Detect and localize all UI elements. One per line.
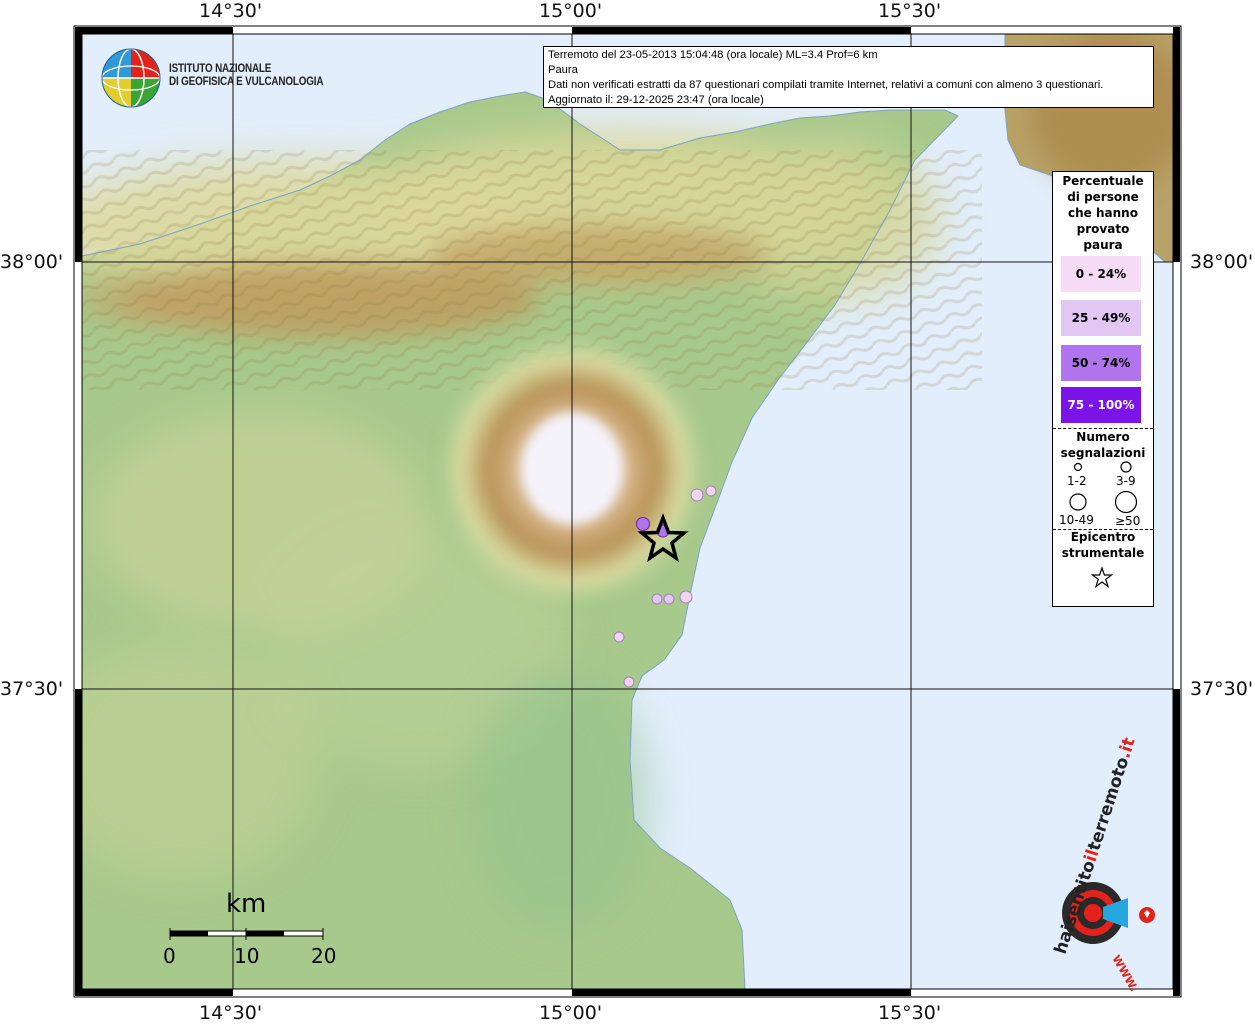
count-symbols (1069, 461, 1138, 514)
legend-title: Percentuale di persone che hanno provato… (1062, 174, 1144, 252)
scale-tick-label: 20 (311, 944, 337, 968)
lon-label-top: 15°00' (539, 0, 603, 22)
legend-class-1: 25 - 49% (1061, 300, 1141, 336)
count-class-label: 3-9 (1116, 474, 1136, 488)
legend: Percentuale di persone che hanno provato… (1052, 171, 1154, 607)
count-class-label: 10-49 (1059, 513, 1094, 527)
observation-point (613, 631, 625, 643)
observation-point (679, 590, 693, 604)
ingv-logo-icon (101, 48, 161, 108)
observation-point (651, 593, 663, 605)
terrain (82, 34, 1173, 989)
event-title: Terremoto del 23-05-2013 15:04:48 (ora l… (548, 49, 878, 61)
lat-label-right: 37°30' (1190, 678, 1254, 700)
map-parameter: Paura (548, 64, 578, 76)
scale-tick-label: 10 (234, 944, 260, 968)
legend-class-2: 50 - 74% (1061, 345, 1141, 381)
update-time: Aggiornato il: 29-12-2025 23:47 (ora loc… (548, 94, 764, 106)
legend-class-0: 0 - 24% (1061, 256, 1141, 292)
lon-label-bottom: 15°00' (539, 1002, 603, 1024)
institute-line: DI GEOFISICA E VULCANOLOGIA (169, 76, 324, 88)
event-info-box: Terremoto del 23-05-2013 15:04:48 (ora l… (543, 46, 1154, 108)
count-title: Numero segnalazioni (1060, 430, 1146, 460)
observation-point (663, 593, 675, 605)
lat-label-left: 38°00' (0, 251, 64, 273)
observation-point (636, 517, 650, 531)
scale-tick-label: 0 (163, 944, 176, 968)
scale-unit: km (226, 889, 267, 919)
observation-point (705, 485, 717, 497)
count-class-label: 1-2 (1067, 474, 1087, 488)
legend-star-icon (1090, 566, 1114, 589)
observation-point (623, 676, 635, 688)
epicenter-title: Epicentro strumentale (1061, 530, 1145, 560)
institute-name: ISTITUTO NAZIONALE DI GEOFISICA E VULCAN… (169, 63, 324, 89)
institute-line: ISTITUTO NAZIONALE (169, 63, 272, 75)
lon-label-bottom: 14°30' (199, 1002, 263, 1024)
data-note: Dati non verificati estratti da 87 quest… (548, 79, 1104, 91)
count-class-label: ≥50 (1115, 514, 1141, 528)
lat-label-left: 37°30' (0, 678, 64, 700)
legend-class-3: 75 - 100% (1061, 387, 1141, 423)
lon-label-top: 15°30' (878, 0, 942, 22)
lon-label-bottom: 15°30' (878, 1002, 942, 1024)
observation-point (690, 488, 704, 502)
lat-label-right: 38°00' (1190, 251, 1254, 273)
lon-label-top: 14°30' (199, 0, 263, 22)
